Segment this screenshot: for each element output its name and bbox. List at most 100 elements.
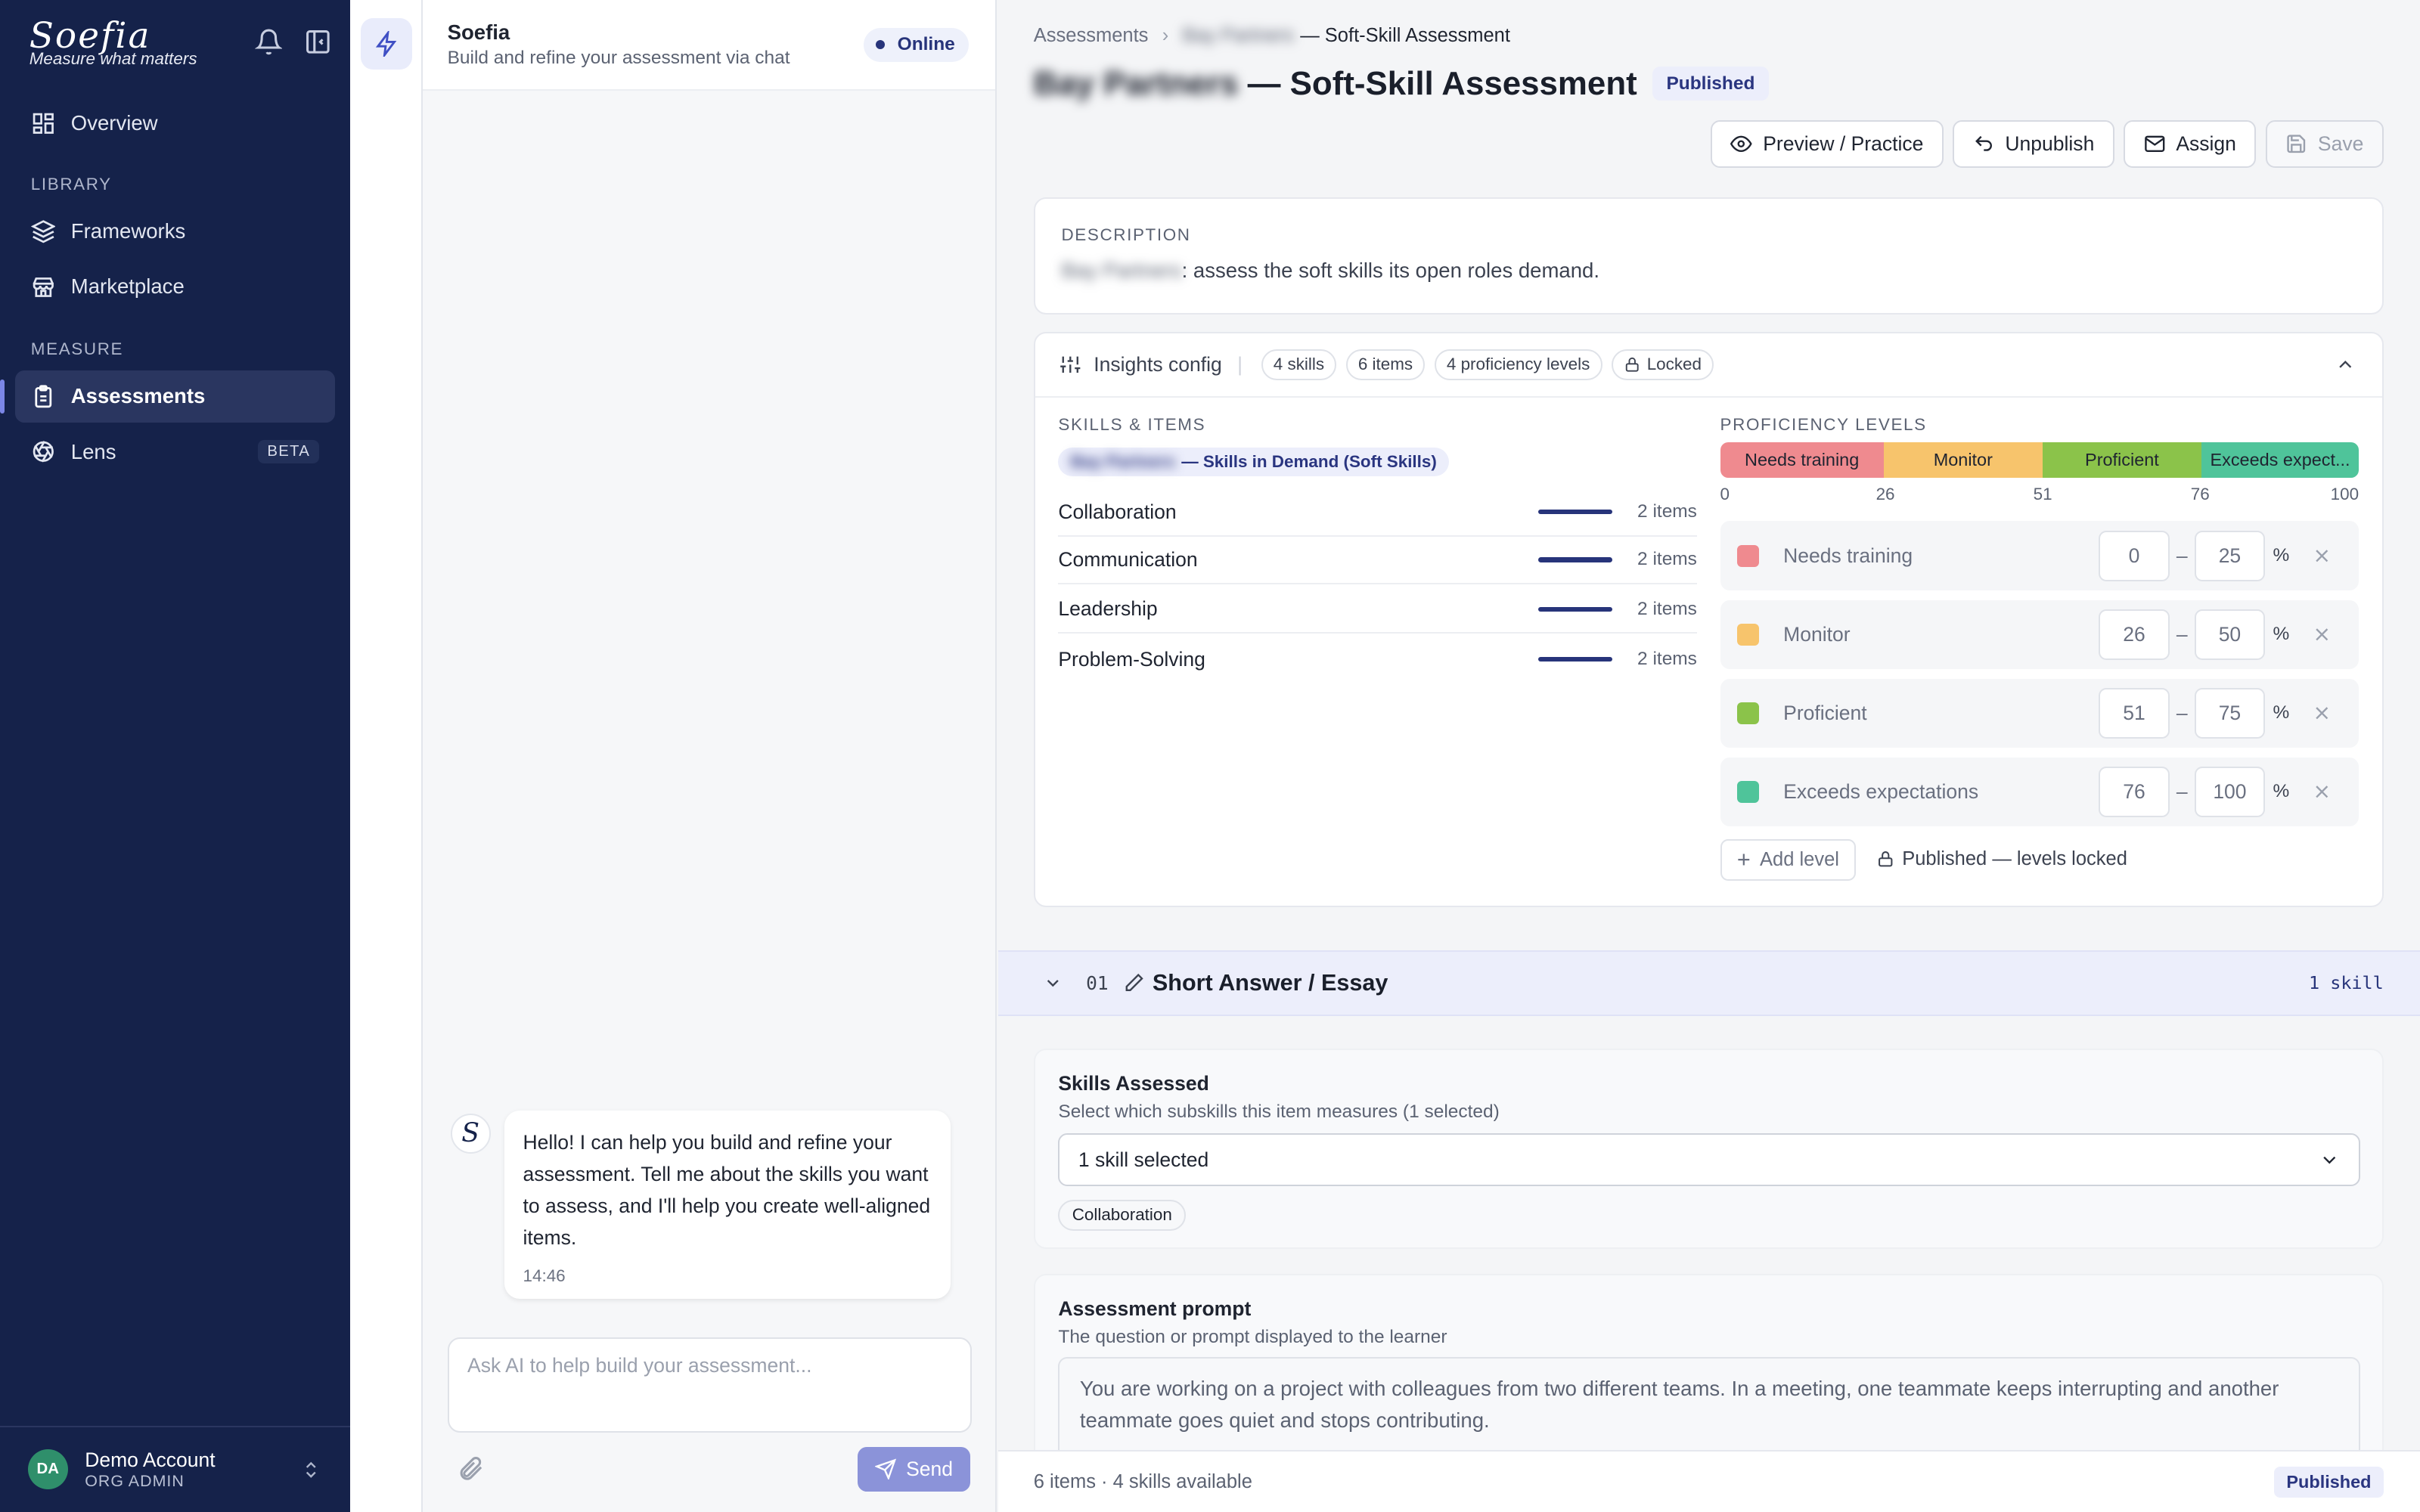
chat-input[interactable]: Ask AI to help build your assessment... <box>447 1337 973 1433</box>
nav-overview[interactable]: Overview <box>15 98 334 150</box>
insights-label: Insights config <box>1094 352 1222 376</box>
level-row-exceeds: Exceeds expectations 76–100 % <box>1720 757 2360 827</box>
nav-lens-label: Lens <box>70 439 116 463</box>
brand-tagline: Measure what matters <box>29 49 197 69</box>
level-color-swatch <box>1736 781 1759 803</box>
description-redacted-org: Bay Partners <box>1061 259 1182 283</box>
nav-marketplace-label: Marketplace <box>70 274 185 299</box>
framework-chip: Bay Partners — Skills in Demand (Soft Sk… <box>1058 447 1450 477</box>
level-max-input[interactable]: 100 <box>2194 766 2266 818</box>
bell-icon[interactable] <box>254 28 283 56</box>
chat-message-text: Hello! I can help you build and refine y… <box>523 1131 931 1249</box>
collapse-sidebar-icon[interactable] <box>304 28 332 56</box>
level-min-input[interactable]: 51 <box>2099 687 2170 739</box>
tool-rail <box>350 0 423 1512</box>
skill-weight-bar <box>1537 557 1612 562</box>
undo-icon <box>1975 136 1992 152</box>
title-redacted-org: Bay Partners <box>1033 64 1239 102</box>
skill-row: Collaboration 2 items <box>1058 489 1697 537</box>
save-button[interactable]: Save <box>2265 120 2384 169</box>
skill-name: Communication <box>1058 547 1198 571</box>
nav-assessments[interactable]: Assessments <box>0 370 335 423</box>
level-color-swatch <box>1736 624 1759 646</box>
tick-label: 76 <box>2190 484 2210 503</box>
send-button[interactable]: Send <box>858 1446 971 1492</box>
nav-section-library: LIBRARY <box>30 174 112 194</box>
chat-header: Soefia Build and refine your assessment … <box>422 0 995 91</box>
levels-count-chip: 4 proficiency levels <box>1434 349 1602 380</box>
proficiency-segment: Proficient <box>2042 442 2201 479</box>
close-icon[interactable] <box>2311 781 2333 803</box>
skill-name: Problem-Solving <box>1058 647 1205 671</box>
levels-locked-note: Published — levels locked <box>1876 848 2127 870</box>
lock-icon <box>1878 851 1892 867</box>
ai-assistant-toggle[interactable] <box>361 18 412 70</box>
skill-weight-bar <box>1537 656 1612 662</box>
range-dash: – <box>2176 701 2188 724</box>
close-icon[interactable] <box>2311 545 2333 567</box>
level-min-input[interactable]: 0 <box>2099 530 2170 582</box>
breadcrumb-assessments[interactable]: Assessments <box>1034 25 1149 47</box>
divider: | <box>1237 352 1243 376</box>
nav-lens[interactable]: Lens BETA <box>15 426 334 478</box>
save-icon <box>2287 135 2306 153</box>
level-max-input[interactable]: 75 <box>2194 687 2266 739</box>
item-skill-count: 1 skill <box>2308 972 2384 994</box>
level-min-input[interactable]: 26 <box>2099 609 2170 661</box>
percent-sign: % <box>2273 702 2290 723</box>
items-count-chip: 6 items <box>1345 349 1426 380</box>
level-name: Needs training <box>1783 544 1913 567</box>
framework-redacted-org: Bay Partners <box>1070 451 1176 471</box>
skills-assessed-subtitle: Select which subskills this item measure… <box>1058 1101 1500 1122</box>
skill-items: 2 items <box>1637 649 1697 670</box>
skill-name: Collaboration <box>1058 500 1177 523</box>
chevron-up-icon[interactable] <box>2335 354 2356 376</box>
skills-count-chip: 4 skills <box>1261 349 1337 380</box>
skills-select[interactable]: 1 skill selected <box>1058 1133 2361 1186</box>
chevron-right-icon: › <box>1162 24 1169 46</box>
breadcrumb-current: — Soft-Skill Assessment <box>1300 24 1510 46</box>
preview-button[interactable]: Preview / Practice <box>1710 120 1944 169</box>
skill-row: Leadership 2 items <box>1058 586 1697 634</box>
unpublish-button[interactable]: Unpublish <box>1953 120 2114 169</box>
paperclip-icon[interactable] <box>457 1455 485 1483</box>
preview-label: Preview / Practice <box>1763 132 1924 156</box>
chat-message: Hello! I can help you build and refine y… <box>504 1110 951 1299</box>
proficiency-segment: Monitor <box>1883 442 2043 479</box>
chat-subtitle: Build and refine your assessment via cha… <box>447 48 790 69</box>
item-header[interactable]: 01 Short Answer / Essay 1 skill <box>997 950 2420 1017</box>
tick-label: 100 <box>2330 484 2360 503</box>
locked-note-label: Published — levels locked <box>1902 847 2127 869</box>
skills-assessed-card: Skills Assessed Select which subskills t… <box>1033 1049 2384 1250</box>
footer-summary: 6 items · 4 skills available <box>1033 1470 1252 1492</box>
lightning-icon <box>375 30 396 57</box>
chevron-down-icon[interactable] <box>1043 973 1063 993</box>
level-max-input[interactable]: 25 <box>2194 530 2266 582</box>
nav-frameworks[interactable]: Frameworks <box>15 205 334 257</box>
skills-assessed-title: Skills Assessed <box>1058 1071 1209 1095</box>
close-icon[interactable] <box>2311 624 2333 646</box>
skill-weight-bar <box>1537 510 1612 515</box>
tick-label: 26 <box>1876 484 1895 503</box>
account-switcher[interactable]: DA Demo Account ORG ADMIN <box>0 1425 351 1512</box>
nav-marketplace[interactable]: Marketplace <box>15 261 334 313</box>
close-icon[interactable] <box>2311 702 2333 724</box>
prompt-textarea[interactable]: You are working on a project with collea… <box>1058 1357 2361 1465</box>
insights-header[interactable]: Insights config | 4 skills 6 items 4 pro… <box>1035 333 2382 398</box>
tick-label: 51 <box>2033 484 2052 503</box>
range-dash: – <box>2176 779 2188 803</box>
level-min-input[interactable]: 76 <box>2099 766 2170 818</box>
nav-assessments-label: Assessments <box>70 384 206 408</box>
status-badge: Published <box>1652 67 1769 101</box>
locked-chip: Locked <box>1611 349 1714 380</box>
level-max-input[interactable]: 50 <box>2194 609 2266 661</box>
send-icon <box>875 1458 897 1480</box>
skill-items: 2 items <box>1637 598 1697 619</box>
status-label: Online <box>897 34 955 55</box>
assign-button[interactable]: Assign <box>2124 120 2257 169</box>
save-label: Save <box>2317 132 2364 156</box>
breadcrumb-redacted-org: Bay Partners <box>1182 24 1295 46</box>
level-name: Exceeds expectations <box>1783 779 1979 803</box>
add-level-button[interactable]: + Add level <box>1720 838 1857 881</box>
skill-name: Leadership <box>1058 597 1158 621</box>
